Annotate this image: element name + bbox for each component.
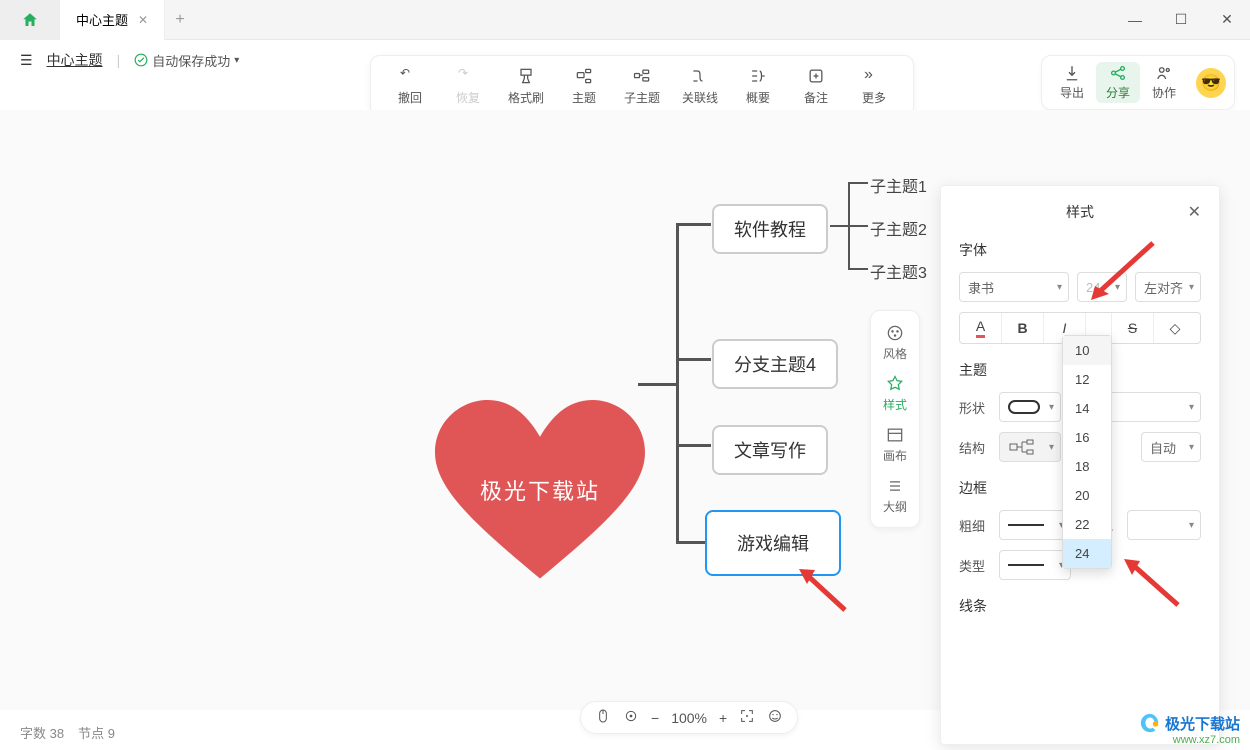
type-label: 类型 xyxy=(959,556,991,575)
branch-node[interactable]: 文章写作 xyxy=(712,425,828,475)
center-node[interactable]: 极光下载站 xyxy=(435,400,645,590)
watermark: 极光下载站 www.xz7.com xyxy=(1139,712,1240,746)
redo-button[interactable]: ↷恢复 xyxy=(439,62,497,110)
weight-select[interactable]: ▾ xyxy=(999,510,1071,540)
minimize-icon[interactable]: — xyxy=(1112,0,1158,40)
annotation-arrow xyxy=(795,565,855,620)
auto-select[interactable]: 自动▾ xyxy=(1141,432,1201,462)
save-status[interactable]: 自动保存成功 ▾ xyxy=(134,51,239,70)
dropdown-item[interactable]: 20 xyxy=(1063,481,1111,510)
canvas-button[interactable]: 画布 xyxy=(873,421,917,468)
structure-label: 结构 xyxy=(959,438,991,457)
word-count: 字数 38 xyxy=(20,723,64,742)
structure-select[interactable]: ▾ xyxy=(999,432,1061,462)
color-select[interactable]: ▾ xyxy=(1127,510,1201,540)
dropdown-item[interactable]: 22 xyxy=(1063,510,1111,539)
status-bar: 字数 38 节点 9 xyxy=(0,714,1250,750)
annotation-arrow xyxy=(1118,555,1188,615)
main-toolbar: ↶撤回 ↷恢复 格式刷 主题 子主题 关联线 概要 备注 »更多 xyxy=(370,55,914,117)
style-group-button[interactable]: 风格 xyxy=(873,319,917,366)
relation-button[interactable]: 关联线 xyxy=(671,62,729,110)
annotation-arrow xyxy=(1083,238,1163,308)
dropdown-item[interactable]: 18 xyxy=(1063,452,1111,481)
sub-node[interactable]: 子主题2 xyxy=(870,216,927,240)
shape-label: 形状 xyxy=(959,398,991,417)
clear-format-button[interactable]: ◇ xyxy=(1154,313,1196,343)
note-button[interactable]: 备注 xyxy=(787,62,845,110)
weight-label: 粗细 xyxy=(959,516,991,535)
bold-button[interactable]: B xyxy=(1002,313,1044,343)
action-bar: 导出 分享 协作 😎 xyxy=(1041,55,1235,110)
close-tab-icon[interactable]: ✕ xyxy=(138,13,148,27)
side-toolbar: 风格 样式 画布 大纲 xyxy=(870,310,920,528)
branch-node[interactable]: 软件教程 xyxy=(712,204,828,254)
panel-close-icon[interactable]: ✕ xyxy=(1188,202,1201,222)
outline-button[interactable]: 大纲 xyxy=(873,472,917,519)
close-icon[interactable]: ✕ xyxy=(1204,0,1250,40)
sub-node[interactable]: 子主题1 xyxy=(870,173,927,197)
document-tab[interactable]: 中心主题 ✕ xyxy=(60,0,165,40)
document-title[interactable]: 中心主题 xyxy=(47,50,103,70)
new-tab-button[interactable]: + xyxy=(165,11,195,29)
sub-node[interactable]: 子主题3 xyxy=(870,259,927,283)
font-family-select[interactable]: 隶书▾ xyxy=(959,272,1069,302)
style-button[interactable]: 样式 xyxy=(873,370,917,417)
home-tab[interactable] xyxy=(0,0,60,40)
topic-button[interactable]: 主题 xyxy=(555,62,613,110)
maximize-icon[interactable]: ☐ xyxy=(1158,0,1204,40)
dropdown-item[interactable]: 10 xyxy=(1063,336,1111,365)
branch-node[interactable]: 分支主题4 xyxy=(712,339,838,389)
font-section-title: 字体 xyxy=(959,240,1201,260)
window-controls: — ☐ ✕ xyxy=(1112,0,1250,40)
export-button[interactable]: 导出 xyxy=(1050,62,1094,103)
dropdown-item[interactable]: 12 xyxy=(1063,365,1111,394)
menu-icon[interactable]: ☰ xyxy=(20,52,33,69)
format-painter-button[interactable]: 格式刷 xyxy=(497,62,555,110)
strike-button[interactable]: S xyxy=(1112,313,1154,343)
shape-select[interactable]: ▾ xyxy=(999,392,1061,422)
summary-button[interactable]: 概要 xyxy=(729,62,787,110)
more-button[interactable]: »更多 xyxy=(845,62,903,110)
share-button[interactable]: 分享 xyxy=(1096,62,1140,103)
undo-button[interactable]: ↶撤回 xyxy=(381,62,439,110)
node-count: 节点 9 xyxy=(78,723,115,742)
user-avatar[interactable]: 😎 xyxy=(1196,68,1226,98)
panel-title: 样式 xyxy=(1066,202,1094,222)
dropdown-item[interactable]: 24 xyxy=(1063,539,1111,568)
center-label: 极光下载站 xyxy=(480,474,600,506)
dropdown-item[interactable]: 16 xyxy=(1063,423,1111,452)
collab-button[interactable]: 协作 xyxy=(1142,62,1186,103)
type-select[interactable]: ▾ xyxy=(999,550,1071,580)
dropdown-item[interactable]: 14 xyxy=(1063,394,1111,423)
subtopic-button[interactable]: 子主题 xyxy=(613,62,671,110)
font-color-button[interactable]: A xyxy=(960,313,1002,343)
tab-title: 中心主题 xyxy=(76,10,128,29)
title-bar: 中心主题 ✕ + — ☐ ✕ xyxy=(0,0,1250,40)
font-size-dropdown: 10 12 14 16 18 20 22 24 xyxy=(1062,335,1112,569)
